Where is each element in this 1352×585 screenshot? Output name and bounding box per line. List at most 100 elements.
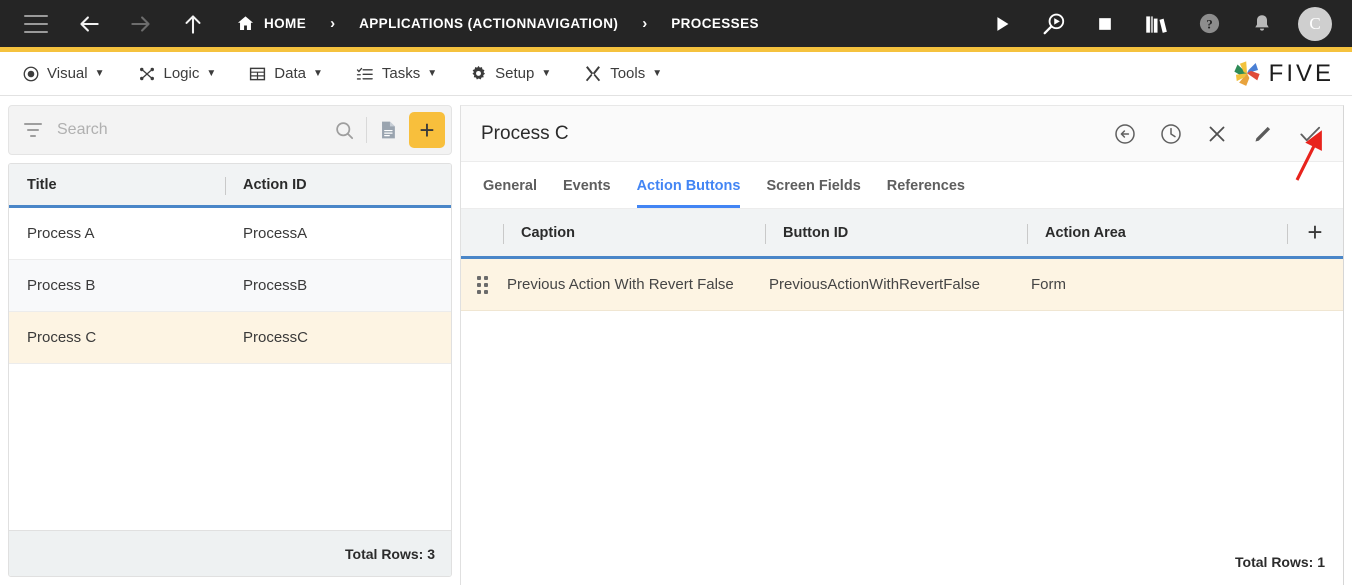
debug-button[interactable] [1041,11,1067,37]
breadcrumb-label-applications: APPLICATIONS (ACTIONNAVIGATION) [359,16,618,31]
tab-events[interactable]: Events [563,178,611,208]
search-button[interactable] [333,119,356,142]
tab-action-buttons[interactable]: Action Buttons [637,178,741,208]
chevron-down-icon: ▼ [206,68,216,79]
table-row[interactable]: Process A ProcessA [9,208,451,260]
home-icon [236,14,255,33]
process-list-body: Process A ProcessA Process B ProcessB Pr… [9,208,451,530]
cell-button-id: PreviousActionWithRevertFalse [765,276,1027,293]
process-list-footer: Total Rows: 3 [9,530,451,576]
cell-title: Process C [9,329,225,346]
cell-title: Process A [9,225,225,242]
menu-item-logic[interactable]: Logic ▼ [127,59,227,89]
action-buttons-grid-body [461,311,1343,539]
library-icon [1143,11,1169,37]
help-icon: ? [1197,11,1222,36]
chevron-down-icon: ▼ [427,68,437,79]
chevron-down-icon: ▼ [313,68,323,79]
column-header-title[interactable]: Title [9,164,225,205]
menu-label-data: Data [274,65,306,82]
save-check-icon [1297,121,1323,147]
menu-item-tools[interactable]: Tools ▼ [573,59,672,89]
forward-button[interactable] [128,11,154,37]
edit-pencil-icon [1251,122,1275,146]
tab-screen-fields[interactable]: Screen Fields [766,178,860,208]
help-button[interactable]: ? [1197,11,1222,36]
menu-item-data[interactable]: Data ▼ [238,59,333,89]
arrow-up-icon [180,11,206,37]
cell-caption: Previous Action With Revert False [503,276,765,293]
table-row[interactable]: Process B ProcessB [9,260,451,312]
breadcrumb-item-processes[interactable]: PROCESSES [671,16,759,31]
breadcrumb-label-processes: PROCESSES [671,16,759,31]
five-logo: FIVE [1231,59,1334,89]
run-icon [991,13,1013,35]
toolbar-divider [366,117,367,143]
logic-nodes-icon [137,65,157,83]
breadcrumb-item-home[interactable]: HOME [236,14,306,33]
chevron-down-icon: ▼ [652,68,662,79]
hamburger-menu-button[interactable] [24,15,48,33]
history-clock-icon [1159,122,1183,146]
cell-action-id: ProcessA [225,225,451,242]
menu-item-tasks[interactable]: Tasks ▼ [345,59,447,89]
search-bar: + [8,105,452,155]
user-avatar[interactable]: C [1298,7,1332,41]
close-button[interactable] [1205,122,1229,146]
column-header-action-id[interactable]: Action ID [225,164,451,205]
add-record-button[interactable]: + [409,112,445,148]
process-list-grid: Title Action ID Process A ProcessA Proce… [8,163,452,577]
breadcrumb-separator-icon: › [326,15,339,32]
process-list-header: Title Action ID [9,164,451,208]
back-circle-icon [1113,122,1137,146]
drag-handle-icon[interactable] [461,276,503,294]
arrow-right-icon [128,11,154,37]
document-button[interactable] [377,118,399,142]
table-row-selected[interactable]: Previous Action With Revert False Previo… [461,259,1343,311]
cell-action-area: Form [1027,276,1283,293]
notifications-button[interactable] [1250,12,1274,36]
detail-panel-actions [1113,121,1323,147]
hamburger-icon [24,15,48,33]
arrow-left-icon [76,11,102,37]
breadcrumb-item-applications[interactable]: APPLICATIONS (ACTIONNAVIGATION) [359,16,618,31]
checklist-icon [355,65,375,83]
column-header-caption[interactable]: Caption [503,209,765,256]
action-buttons-grid-footer: Total Rows: 1 [461,539,1343,585]
back-button[interactable] [1113,122,1137,146]
back-button[interactable] [76,11,102,37]
action-buttons-grid: Caption Button ID Action Area + Previous… [461,209,1343,585]
menu-item-setup[interactable]: Setup ▼ [459,59,561,89]
menu-item-visual[interactable]: Visual ▼ [12,59,115,89]
document-icon [377,118,399,142]
table-grid-icon [248,65,267,83]
application-menu-bar: Visual ▼ Logic ▼ Data ▼ Tasks ▼ [0,52,1352,96]
up-button[interactable] [180,11,206,37]
menu-label-tasks: Tasks [382,65,420,82]
table-row-selected[interactable]: Process C ProcessC [9,312,451,364]
column-header-action-area[interactable]: Action Area [1027,209,1283,256]
run-button[interactable] [991,13,1013,35]
detail-panel: Process C [460,105,1344,585]
chevron-down-icon: ▼ [95,68,105,79]
five-logo-text: FIVE [1269,60,1334,88]
stop-button[interactable] [1095,14,1115,34]
edit-button[interactable] [1251,122,1275,146]
search-input[interactable] [57,121,333,139]
menu-label-logic: Logic [164,65,200,82]
library-button[interactable] [1143,11,1169,37]
tab-references[interactable]: References [887,178,965,208]
page-title: Process C [481,123,569,145]
notifications-bell-icon [1250,12,1274,36]
chevron-down-icon: ▼ [541,68,551,79]
tab-general[interactable]: General [483,178,537,208]
save-button[interactable] [1297,121,1323,147]
column-header-button-id[interactable]: Button ID [765,209,1027,256]
close-icon [1205,122,1229,146]
menu-label-tools: Tools [610,65,645,82]
cell-action-id: ProcessB [225,277,451,294]
history-button[interactable] [1159,122,1183,146]
filter-icon[interactable] [23,123,43,137]
svg-text:?: ? [1206,16,1213,31]
add-action-button[interactable]: + [1287,209,1343,256]
